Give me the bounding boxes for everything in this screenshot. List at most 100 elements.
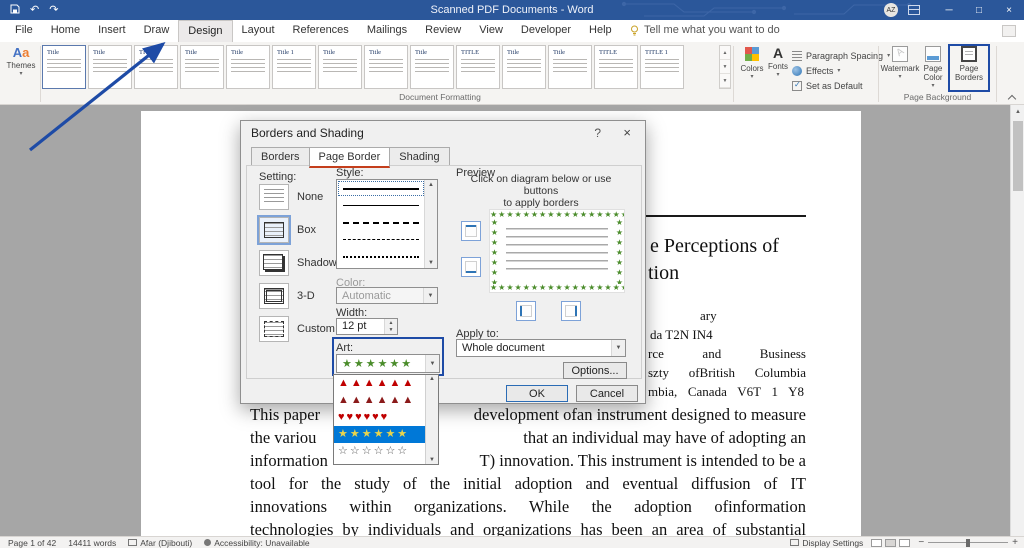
menu-tab-mailings[interactable]: Mailings bbox=[358, 20, 416, 42]
style-set-item[interactable]: TITLE 1 bbox=[640, 45, 684, 89]
read-mode-button[interactable] bbox=[871, 539, 882, 547]
scroll-up-icon[interactable]: ▲ bbox=[429, 376, 435, 382]
page-color-button[interactable]: Page Color ▾ bbox=[918, 45, 948, 93]
art-option-outline-stars[interactable]: ☆☆☆☆☆☆ bbox=[334, 443, 426, 460]
watermark-button[interactable]: Watermark ▾ bbox=[884, 45, 916, 93]
style-set-item[interactable]: TITLE bbox=[594, 45, 638, 89]
chevron-down-icon[interactable]: ▼ bbox=[611, 340, 625, 356]
display-settings-button[interactable]: Display Settings bbox=[790, 538, 863, 548]
zoom-in-icon[interactable]: + bbox=[1012, 539, 1018, 547]
save-icon[interactable] bbox=[10, 4, 20, 17]
scroll-up-icon[interactable]: ▲ bbox=[1011, 105, 1024, 119]
setting-option-shadow[interactable]: Shadow bbox=[259, 249, 331, 277]
style-listbox[interactable]: ▲▼ bbox=[336, 179, 438, 269]
style-set-item[interactable]: Title 1 bbox=[272, 45, 316, 89]
border-preview-diagram[interactable]: ★★★★★★★★★★★★★★★★★★★★★★★★★★★★★★★★★★★★★★★★… bbox=[489, 209, 625, 293]
cancel-button[interactable]: Cancel bbox=[576, 385, 638, 402]
style-option-dashed[interactable] bbox=[337, 214, 425, 231]
style-set-item[interactable]: Title bbox=[410, 45, 454, 89]
chevron-down-icon[interactable]: ▼ bbox=[425, 355, 439, 372]
menu-tab-home[interactable]: Home bbox=[42, 20, 89, 42]
undo-icon[interactable]: ↶ bbox=[30, 5, 39, 16]
fonts-button[interactable]: A Fonts ▾ bbox=[763, 45, 793, 93]
setting-option-3d[interactable]: 3-D bbox=[259, 282, 331, 310]
current-style-thumbnail[interactable]: Title bbox=[42, 45, 86, 89]
menu-tab-layout[interactable]: Layout bbox=[233, 20, 284, 42]
print-layout-button[interactable] bbox=[885, 539, 896, 547]
setting-option-none[interactable]: None bbox=[259, 183, 331, 211]
menu-tab-file[interactable]: File bbox=[6, 20, 42, 42]
color-combobox[interactable]: Automatic ▼ bbox=[336, 287, 438, 304]
gallery-more-icon[interactable]: ▼ bbox=[720, 74, 730, 88]
chevron-down-icon[interactable]: ▼ bbox=[423, 288, 437, 303]
menu-tab-help[interactable]: Help bbox=[580, 20, 621, 42]
close-icon[interactable]: × bbox=[623, 125, 631, 140]
left-border-toggle-button[interactable] bbox=[516, 301, 536, 321]
help-icon[interactable]: ? bbox=[594, 126, 601, 140]
tell-me-box[interactable]: Tell me what you want to do bbox=[630, 24, 780, 36]
gallery-scrollbar[interactable]: ▲ ▼ ▼ bbox=[719, 45, 731, 89]
style-set-item[interactable]: TITLE bbox=[456, 45, 500, 89]
art-option-dark-red-trees[interactable]: ▲▲▲▲▲▲ bbox=[334, 392, 426, 409]
gallery-up-icon[interactable]: ▲ bbox=[720, 46, 730, 60]
web-layout-button[interactable] bbox=[899, 539, 910, 547]
bottom-border-toggle-button[interactable] bbox=[461, 257, 481, 277]
dialog-tab-page-border[interactable]: Page Border bbox=[309, 147, 391, 168]
set-as-default-button[interactable]: Set as Default bbox=[792, 78, 878, 93]
themes-button[interactable]: Aa Themes ▾ bbox=[4, 45, 38, 91]
menu-tab-developer[interactable]: Developer bbox=[512, 20, 580, 42]
menu-tab-review[interactable]: Review bbox=[416, 20, 470, 42]
art-option-gold-stars[interactable]: ★★★★★★ bbox=[334, 426, 426, 443]
style-set-item[interactable]: Title bbox=[318, 45, 362, 89]
menu-tab-design[interactable]: Design bbox=[178, 20, 232, 42]
avatar[interactable]: AZ bbox=[884, 3, 898, 17]
accessibility-indicator[interactable]: Accessibility: Unavailable bbox=[204, 538, 309, 548]
style-set-item[interactable]: Title bbox=[364, 45, 408, 89]
art-dropdown-scrollbar[interactable]: ▲ ▼ bbox=[425, 375, 438, 464]
close-button[interactable]: × bbox=[994, 0, 1024, 20]
right-border-toggle-button[interactable] bbox=[561, 301, 581, 321]
ribbon-display-options-icon[interactable] bbox=[908, 5, 920, 15]
style-option-solid-thin[interactable] bbox=[337, 197, 425, 214]
style-set-item[interactable]: Title bbox=[226, 45, 270, 89]
style-option-dotted[interactable] bbox=[337, 248, 425, 265]
vertical-scrollbar[interactable]: ▲ bbox=[1010, 105, 1024, 536]
style-set-item[interactable]: Title bbox=[502, 45, 546, 89]
dialog-title[interactable]: Borders and Shading bbox=[241, 121, 645, 145]
art-combobox[interactable]: ★★★★★★ ▼ bbox=[336, 354, 440, 373]
style-set-item[interactable]: Title bbox=[88, 45, 132, 89]
page-indicator[interactable]: Page 1 of 42 bbox=[8, 538, 56, 548]
restore-button[interactable]: □ bbox=[964, 0, 994, 20]
style-option-dashed-short[interactable] bbox=[337, 231, 425, 248]
menu-extra-icon[interactable] bbox=[1002, 25, 1016, 37]
style-set-item[interactable]: TITLE bbox=[134, 45, 178, 89]
width-spinner[interactable]: 12 pt ▲▼ bbox=[336, 318, 398, 335]
spin-up-icon[interactable]: ▲ bbox=[385, 319, 397, 327]
style-set-item[interactable]: Title bbox=[180, 45, 224, 89]
effects-button[interactable]: Effects ▾ bbox=[792, 63, 878, 78]
menu-tab-draw[interactable]: Draw bbox=[135, 20, 179, 42]
gallery-down-icon[interactable]: ▼ bbox=[720, 60, 730, 74]
top-border-toggle-button[interactable] bbox=[461, 221, 481, 241]
page-borders-button[interactable]: Page Borders bbox=[952, 45, 986, 93]
collapse-ribbon-icon[interactable] bbox=[1008, 94, 1016, 102]
style-list-scrollbar[interactable]: ▲▼ bbox=[424, 180, 437, 268]
scrollbar-thumb[interactable] bbox=[1013, 121, 1023, 191]
setting-option-box[interactable]: Box bbox=[259, 216, 331, 244]
style-option-solid[interactable] bbox=[337, 180, 425, 197]
zoom-slider[interactable] bbox=[928, 542, 1008, 543]
scroll-down-icon[interactable]: ▼ bbox=[428, 260, 434, 266]
redo-icon[interactable]: ↷ bbox=[49, 5, 58, 16]
art-option-red-hearts[interactable]: ♥♥♥♥♥♥ bbox=[334, 409, 426, 426]
menu-tab-references[interactable]: References bbox=[284, 20, 358, 42]
art-option-red-trees[interactable]: ▲▲▲▲▲▲ bbox=[334, 375, 426, 392]
apply-to-combobox[interactable]: Whole document ▼ bbox=[456, 339, 626, 357]
zoom-slider-thumb[interactable] bbox=[966, 539, 970, 547]
minimize-button[interactable]: ─ bbox=[934, 0, 964, 20]
scroll-up-icon[interactable]: ▲ bbox=[428, 182, 434, 188]
options-button[interactable]: Options... bbox=[563, 362, 627, 379]
scroll-down-icon[interactable]: ▼ bbox=[429, 457, 435, 463]
style-set-item[interactable]: Title bbox=[548, 45, 592, 89]
menu-tab-insert[interactable]: Insert bbox=[89, 20, 135, 42]
setting-option-custom[interactable]: Custom bbox=[259, 315, 331, 343]
